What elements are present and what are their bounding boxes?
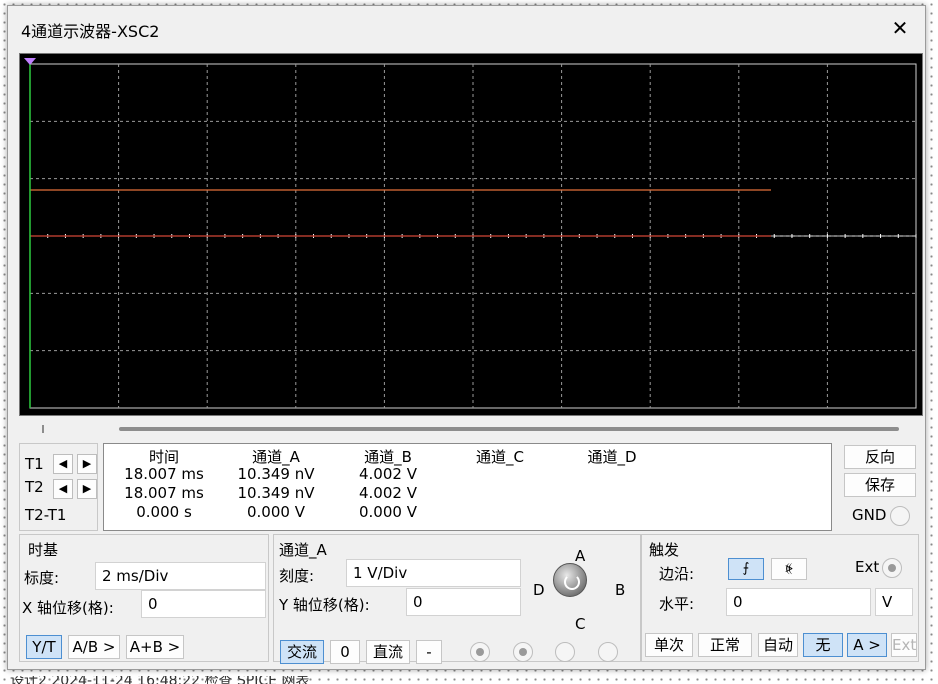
scope-screen[interactable] (19, 53, 923, 416)
diff-channel-b: 0.000 V (359, 503, 417, 521)
status-text: 设计2 2024-11-24 16:48:22 检查 SPICE 网表 (10, 676, 310, 684)
channel-d-radio[interactable] (598, 642, 618, 662)
knob-label-a: A (575, 547, 586, 565)
y-position-label: Y 轴位移(格): (279, 596, 370, 614)
timebase-panel: 时基 标度: 2 ms/Div X 轴位移(格): 0 Y/T A/B > A+… (19, 534, 269, 662)
zero-coupling-button[interactable]: 0 (330, 640, 360, 664)
t2-right-arrow-icon[interactable]: ▶ (77, 479, 97, 499)
t2-left-arrow-icon[interactable]: ◀ (53, 479, 73, 499)
oscilloscope-window: 4通道示波器-XSC2 ✕ T1 T2 T2-T1 ◀ ▶ ◀ ▶ 时间 通道_… (7, 5, 926, 670)
none-button[interactable]: 无 (803, 633, 843, 657)
scope-svg (24, 58, 917, 409)
header-channel-a: 通道_A (252, 448, 300, 466)
level-field[interactable]: 0 (726, 588, 871, 616)
knob-label-b: B (615, 581, 626, 599)
yt-mode-button[interactable]: Y/T (26, 635, 62, 659)
x-position-label: X 轴位移(格): (22, 599, 114, 617)
rising-edge-icon[interactable]: ⨍ (728, 558, 764, 580)
save-button[interactable]: 保存 (844, 473, 916, 497)
window-title: 4通道示波器-XSC2 (21, 22, 160, 41)
knob-label-d: D (533, 581, 545, 599)
row-label-t2: T2 (25, 478, 44, 496)
t2-channel-b: 4.002 V (359, 484, 417, 502)
t2-time: 18.007 ms (124, 484, 204, 502)
ext-radio[interactable] (882, 558, 902, 578)
normal-button[interactable]: 正常 (698, 633, 752, 657)
channel-b-radio[interactable] (513, 642, 533, 662)
minus-button[interactable]: - (416, 640, 442, 664)
edge-label: 边沿: (659, 565, 695, 583)
readout-table: 时间 通道_A 通道_B 通道_C 通道_D 18.007 ms 10.349 … (103, 443, 832, 531)
row-label-t2-t1: T2-T1 (25, 506, 67, 524)
t1-left-arrow-icon[interactable]: ◀ (53, 454, 73, 474)
channel-c-radio[interactable] (555, 642, 575, 662)
trigger-panel: 触发 边沿: ⨍ ⦕ Ext 水平: 0 V 单次 正常 自动 无 A > Ex… (641, 534, 919, 662)
reverse-button[interactable]: 反向 (844, 445, 916, 469)
dc-coupling-button[interactable]: 直流 (366, 640, 410, 664)
title-bar: 4通道示波器-XSC2 ✕ (8, 6, 925, 50)
t1-right-arrow-icon[interactable]: ▶ (77, 454, 97, 474)
header-channel-c: 通道_C (476, 448, 524, 466)
header-time: 时间 (148, 448, 179, 466)
t1-channel-b: 4.002 V (359, 465, 417, 483)
single-button[interactable]: 单次 (645, 633, 693, 657)
auto-button[interactable]: 自动 (758, 633, 798, 657)
time-scrollbar[interactable] (19, 421, 923, 435)
diff-channel-a: 0.000 V (247, 503, 305, 521)
row-label-t1: T1 (25, 455, 44, 473)
scroll-marker (42, 425, 44, 433)
t1-time: 18.007 ms (124, 465, 204, 483)
level-label: 水平: (659, 595, 695, 613)
cursor-controls: T1 T2 T2-T1 ◀ ▶ ◀ ▶ (19, 443, 98, 531)
gnd-radio[interactable] (890, 506, 910, 526)
ab-mode-button[interactable]: A/B > (68, 635, 120, 659)
header-channel-b: 通道_B (364, 448, 412, 466)
status-bar: 设计2 2024-11-24 16:48:22 检查 SPICE 网表 (0, 676, 938, 684)
ac-coupling-button[interactable]: 交流 (280, 640, 324, 664)
falling-edge-icon[interactable]: ⦕ (771, 558, 807, 580)
timebase-scale-field[interactable]: 2 ms/Div (95, 562, 266, 590)
scroll-track[interactable] (119, 427, 899, 431)
knob-label-c: C (575, 615, 586, 633)
channel-a-radio[interactable] (470, 642, 490, 662)
ext-label: Ext (855, 558, 880, 576)
level-unit-field[interactable]: V (875, 588, 913, 616)
timebase-scale-label: 标度: (24, 569, 60, 587)
t2-channel-a: 10.349 nV (237, 484, 315, 502)
ext-trigger-button[interactable]: Ext (891, 633, 917, 657)
channel-scale-field[interactable]: 1 V/Div (346, 559, 521, 587)
channel-title: 通道_A (279, 541, 327, 559)
y-position-field[interactable]: 0 (406, 588, 521, 616)
gnd-label: GND (852, 506, 887, 524)
close-icon[interactable]: ✕ (883, 12, 917, 44)
channel-select-knob-icon[interactable] (553, 563, 587, 597)
channel-panel: 通道_A 刻度: 1 V/Div Y 轴位移(格): 0 交流 0 直流 - (273, 534, 641, 664)
t1-channel-a: 10.349 nV (237, 465, 315, 483)
trigger-a-button[interactable]: A > (847, 633, 887, 657)
x-position-field[interactable]: 0 (141, 590, 266, 618)
trigger-title: 触发 (649, 541, 680, 559)
channel-scale-label: 刻度: (279, 567, 315, 585)
header-channel-d: 通道_D (587, 448, 637, 466)
timebase-title: 时基 (28, 541, 59, 559)
aplusb-mode-button[interactable]: A+B > (126, 635, 184, 659)
diff-time: 0.000 s (136, 503, 192, 521)
